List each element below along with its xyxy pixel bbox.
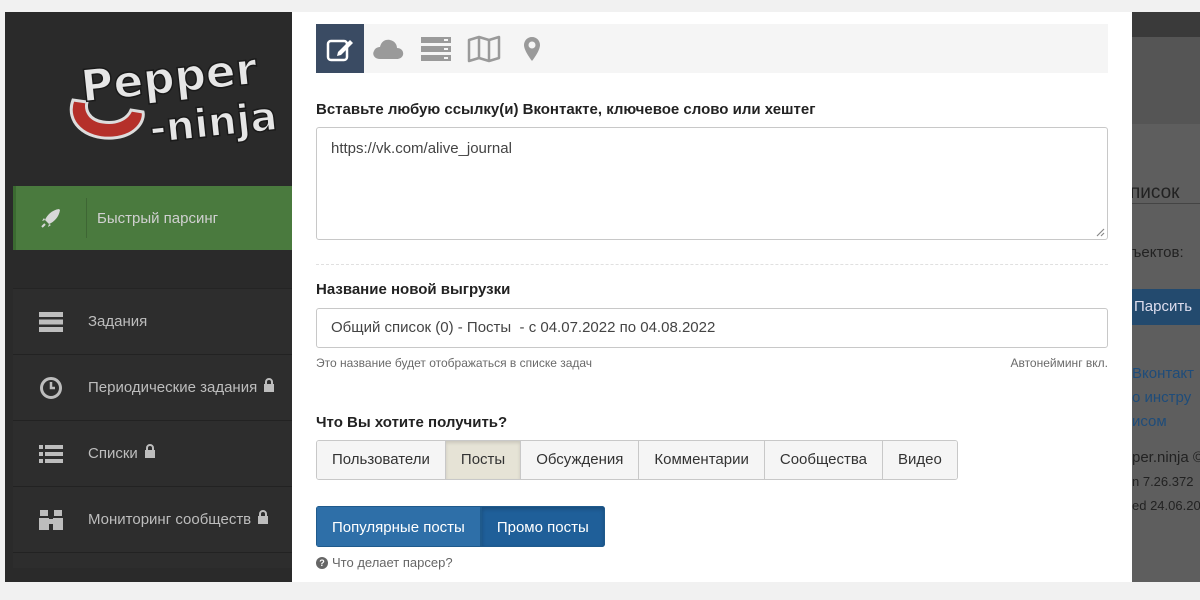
background-header xyxy=(1132,12,1200,37)
section-divider xyxy=(316,264,1108,265)
promo-posts-button[interactable]: Промо посты xyxy=(480,506,605,547)
cloud-icon[interactable] xyxy=(364,24,412,73)
lock-icon xyxy=(257,510,269,529)
parser-help-link[interactable]: ? Что делает парсер? xyxy=(316,555,453,570)
type-posts-button[interactable]: Посты xyxy=(445,441,522,479)
database-icon[interactable] xyxy=(412,24,460,73)
data-type-selector: Пользователи Посты Обсуждения Комментари… xyxy=(316,440,958,480)
edit-icon[interactable] xyxy=(316,24,364,73)
sidebar-item-label: Периодические задания xyxy=(88,379,258,396)
type-users-button[interactable]: Пользователи xyxy=(317,441,446,479)
type-comments-button[interactable]: Комментарии xyxy=(639,441,765,479)
background-text: писок xyxy=(1132,182,1180,203)
binoculars-icon xyxy=(13,508,88,532)
sidebar-item-label: Мониторинг сообществ xyxy=(88,511,252,528)
pepper-ninja-logo[interactable]: Pepper -ninja xyxy=(65,40,295,150)
post-mode-selector: Популярные посты Промо посты xyxy=(316,506,605,547)
parse-button[interactable]: Парсить xyxy=(1132,289,1200,325)
link-textarea-value: https://vk.com/alive_journal xyxy=(331,140,512,157)
popular-posts-button[interactable]: Популярные посты xyxy=(316,506,481,547)
new-parse-modal: Вставьте любую ссылку(и) Вконтакте, ключ… xyxy=(292,12,1132,582)
link-field-label: Вставьте любую ссылку(и) Вконтакте, ключ… xyxy=(316,101,816,118)
lock-icon xyxy=(263,378,275,397)
background-divider xyxy=(1132,203,1200,204)
source-toolbar xyxy=(316,24,1108,73)
type-discussions-button[interactable]: Обсуждения xyxy=(521,441,640,479)
autonaming-toggle[interactable]: Автонейминг вкл. xyxy=(1010,356,1108,370)
export-name-value: Общий список (0) - Посты - с 04.07.2022 … xyxy=(331,319,716,336)
lock-icon xyxy=(144,444,156,463)
sidebar-item-label: Списки xyxy=(88,445,138,462)
map-icon[interactable] xyxy=(460,24,508,73)
question-circle-icon: ? xyxy=(316,556,328,569)
background-panel: писок ъектов: Парсить Вконтакт о инстру … xyxy=(1132,12,1200,582)
background-text: per.ninja © xyxy=(1132,449,1200,466)
sidebar-item-label: Задания xyxy=(88,313,148,330)
sidebar: Pepper -ninja Быстрый парсинг Задания Пе… xyxy=(5,12,295,582)
background-text: ъектов: xyxy=(1132,244,1184,261)
sidebar-menu: Задания Периодические задания Списки Мон… xyxy=(13,288,295,568)
export-name-hint: Это название будет отображаться в списке… xyxy=(316,356,593,370)
quick-parse-button[interactable]: Быстрый парсинг xyxy=(13,186,295,250)
link-textarea[interactable]: https://vk.com/alive_journal xyxy=(316,127,1108,240)
map-marker-icon[interactable] xyxy=(508,24,556,73)
server-icon xyxy=(13,311,88,333)
type-video-button[interactable]: Видео xyxy=(883,441,957,479)
what-to-get-label: Что Вы хотите получить? xyxy=(316,414,508,431)
clock-icon xyxy=(13,376,88,400)
parser-help-text: Что делает парсер? xyxy=(332,555,453,570)
list-icon xyxy=(13,443,88,465)
sidebar-item-lists[interactable]: Списки xyxy=(13,421,295,487)
rocket-icon xyxy=(16,206,86,230)
export-name-label: Название новой выгрузки xyxy=(316,281,511,298)
background-link[interactable]: Вконтакт xyxy=(1132,365,1194,382)
type-communities-button[interactable]: Сообщества xyxy=(764,441,883,479)
background-text: n 7.26.372 xyxy=(1132,474,1194,489)
sidebar-item-community-monitoring[interactable]: Мониторинг сообществ xyxy=(13,487,295,553)
resize-handle-icon[interactable] xyxy=(1095,227,1105,237)
background-link[interactable]: о инстру xyxy=(1132,389,1191,406)
quick-parse-label: Быстрый парсинг xyxy=(97,209,219,227)
background-text: ed 24.06.20 xyxy=(1132,498,1200,513)
sidebar-item-tasks[interactable]: Задания xyxy=(13,289,295,355)
sidebar-item-periodic-tasks[interactable]: Периодические задания xyxy=(13,355,295,421)
divider xyxy=(86,198,87,238)
export-name-input[interactable]: Общий список (0) - Посты - с 04.07.2022 … xyxy=(316,308,1108,348)
background-link[interactable]: исом xyxy=(1132,413,1167,430)
